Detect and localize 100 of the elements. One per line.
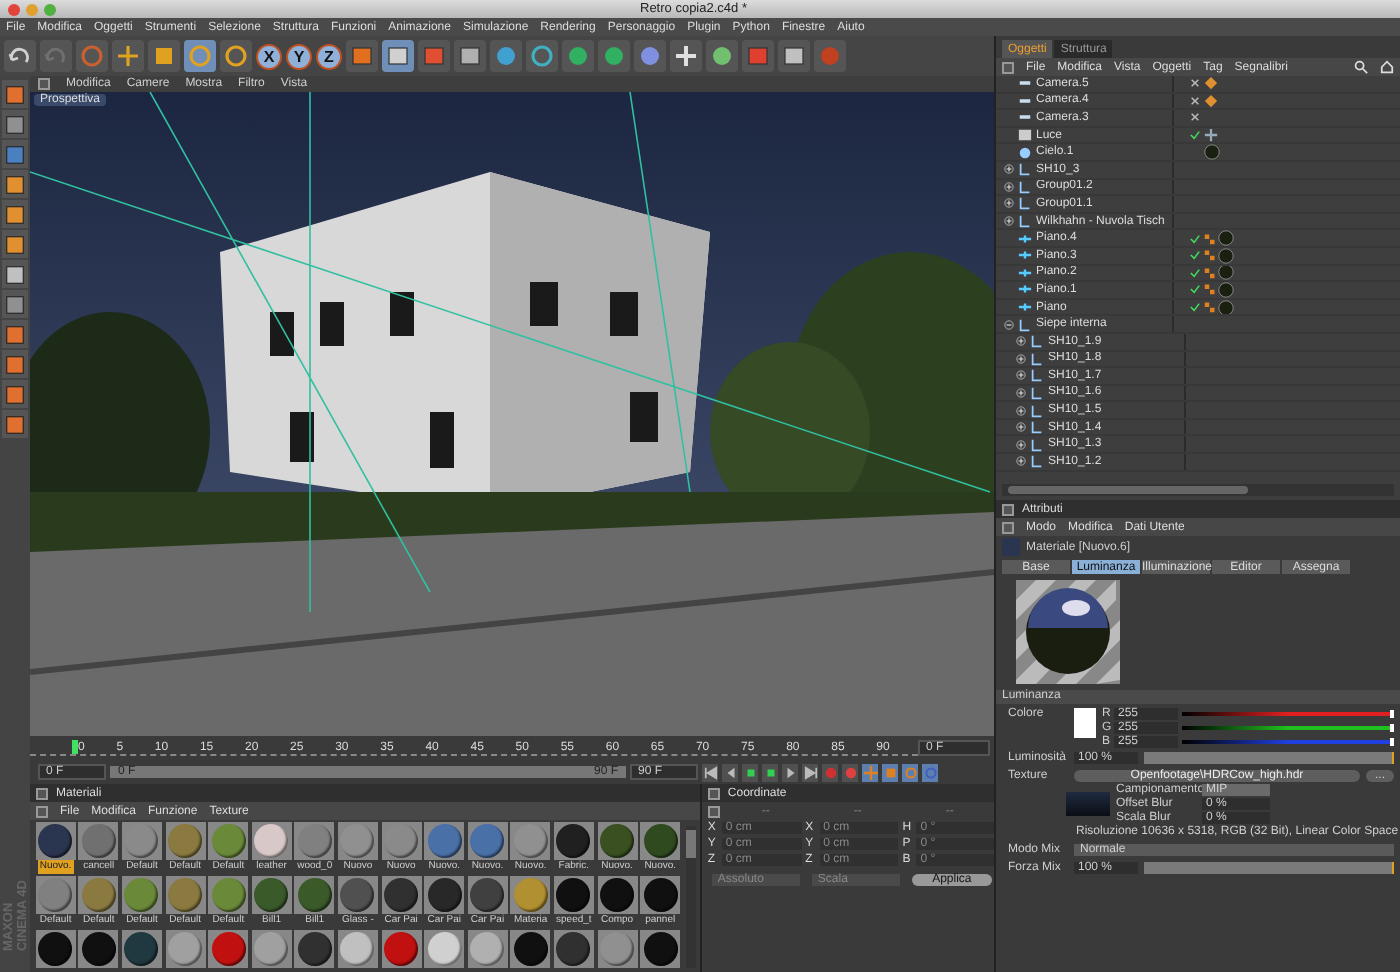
render-view-button[interactable]: [382, 40, 414, 72]
material-swatch[interactable]: [208, 930, 249, 968]
material-swatch[interactable]: [294, 822, 335, 860]
material-swatch[interactable]: [121, 822, 162, 860]
play-backward-icon[interactable]: [742, 763, 758, 781]
material-swatch[interactable]: [597, 930, 638, 968]
axis-lock-button[interactable]: Y: [286, 43, 312, 69]
material-swatch[interactable]: [251, 822, 292, 860]
axis-lock-button[interactable]: Z: [316, 43, 342, 69]
autokey-icon[interactable]: [842, 763, 858, 781]
material-swatch[interactable]: [510, 930, 551, 968]
texture-tag-icon[interactable]: [1204, 265, 1216, 280]
material-swatch[interactable]: [35, 822, 76, 860]
check-icon[interactable]: [1190, 267, 1200, 278]
check-icon[interactable]: [1190, 130, 1200, 141]
material-swatch[interactable]: [208, 822, 249, 860]
step-forward-icon[interactable]: [782, 763, 798, 781]
mix-strength-slider-fill[interactable]: [1144, 862, 1394, 874]
check-icon[interactable]: [1190, 302, 1200, 313]
material-swatch[interactable]: [597, 822, 638, 860]
material-swatch[interactable]: [510, 822, 551, 860]
material-swatch[interactable]: [78, 822, 119, 860]
material-swatch[interactable]: [510, 876, 551, 914]
check-icon[interactable]: [1190, 284, 1200, 295]
material-swatch[interactable]: [165, 876, 206, 914]
material-tag-icon[interactable]: [1204, 144, 1220, 161]
material-swatch[interactable]: [251, 876, 292, 914]
material-swatch[interactable]: [640, 930, 681, 968]
position-key-icon[interactable]: [862, 763, 878, 781]
material-swatch[interactable]: [294, 930, 335, 968]
expand-toggle-icon[interactable]: [1004, 216, 1014, 227]
material-swatch[interactable]: [640, 876, 681, 914]
check-icon[interactable]: [1190, 250, 1200, 261]
expand-toggle-icon[interactable]: [1016, 405, 1026, 416]
material-swatch[interactable]: [294, 876, 335, 914]
step-back-icon[interactable]: [722, 763, 738, 781]
scale-tool-button[interactable]: [148, 40, 180, 72]
home-icon[interactable]: [1380, 60, 1394, 74]
material-swatch[interactable]: [381, 822, 422, 860]
go-to-start-icon[interactable]: [702, 763, 718, 781]
undo-button[interactable]: [4, 40, 36, 72]
move-tool-button[interactable]: [112, 40, 144, 72]
texture-tag-icon[interactable]: [1204, 231, 1216, 246]
material-swatch[interactable]: [337, 876, 378, 914]
close-button[interactable]: [8, 3, 20, 15]
brightness-slider-fill[interactable]: [1144, 752, 1394, 764]
material-swatch[interactable]: [337, 930, 378, 968]
rotate-recent-button[interactable]: [220, 40, 252, 72]
scrollbar[interactable]: [685, 826, 696, 968]
cross-icon[interactable]: [1190, 78, 1200, 89]
material-swatch[interactable]: [78, 876, 119, 914]
expand-toggle-icon[interactable]: [1016, 439, 1026, 450]
check-icon[interactable]: [1190, 233, 1200, 244]
scrollbar[interactable]: [1002, 484, 1394, 496]
search-icon[interactable]: [1354, 60, 1368, 74]
go-to-end-icon[interactable]: [802, 763, 818, 781]
material-swatch[interactable]: [35, 876, 76, 914]
material-swatch[interactable]: [381, 930, 422, 968]
expand-toggle-icon[interactable]: [1004, 319, 1014, 330]
expand-toggle-icon[interactable]: [1016, 422, 1026, 433]
expand-toggle-icon[interactable]: [1016, 336, 1026, 347]
material-swatch[interactable]: [35, 930, 76, 968]
axis-lock-button[interactable]: X: [256, 43, 282, 69]
material-swatch[interactable]: [251, 930, 292, 968]
material-swatch[interactable]: [424, 876, 465, 914]
material-swatch[interactable]: [121, 876, 162, 914]
material-swatch[interactable]: [553, 876, 594, 914]
expand-toggle-icon[interactable]: [1016, 370, 1026, 381]
material-swatch[interactable]: [467, 876, 508, 914]
expand-toggle-icon[interactable]: [1004, 181, 1014, 192]
expand-toggle-icon[interactable]: [1016, 353, 1026, 364]
cross-icon[interactable]: [1190, 112, 1200, 123]
playhead-marker[interactable]: [72, 740, 78, 754]
material-swatch[interactable]: [467, 930, 508, 968]
scale-key-icon[interactable]: [882, 763, 898, 781]
expand-toggle-icon[interactable]: [1004, 164, 1014, 175]
material-swatch[interactable]: [597, 876, 638, 914]
material-swatch[interactable]: [78, 930, 119, 968]
play-icon[interactable]: [762, 763, 778, 781]
material-swatch[interactable]: [553, 822, 594, 860]
material-swatch[interactable]: [121, 930, 162, 968]
rotation-key-icon[interactable]: [902, 763, 918, 781]
color-swatch[interactable]: [1074, 708, 1096, 738]
material-swatch[interactable]: [467, 822, 508, 860]
material-swatch[interactable]: [424, 930, 465, 968]
material-swatch[interactable]: [208, 876, 249, 914]
texture-tag-icon[interactable]: [1204, 282, 1216, 297]
material-swatch[interactable]: [640, 822, 681, 860]
parameter-key-icon[interactable]: [922, 763, 938, 781]
material-swatch[interactable]: [165, 930, 206, 968]
material-swatch[interactable]: [381, 876, 422, 914]
material-swatch[interactable]: [424, 822, 465, 860]
cross-icon[interactable]: [1190, 95, 1200, 106]
material-swatch[interactable]: [337, 822, 378, 860]
expand-toggle-icon[interactable]: [1004, 198, 1014, 209]
light-tag-icon[interactable]: [1204, 128, 1218, 143]
material-swatch[interactable]: [165, 822, 206, 860]
texture-tag-icon[interactable]: [1204, 300, 1216, 315]
expand-toggle-icon[interactable]: [1016, 456, 1026, 467]
expand-toggle-icon[interactable]: [1016, 387, 1026, 398]
